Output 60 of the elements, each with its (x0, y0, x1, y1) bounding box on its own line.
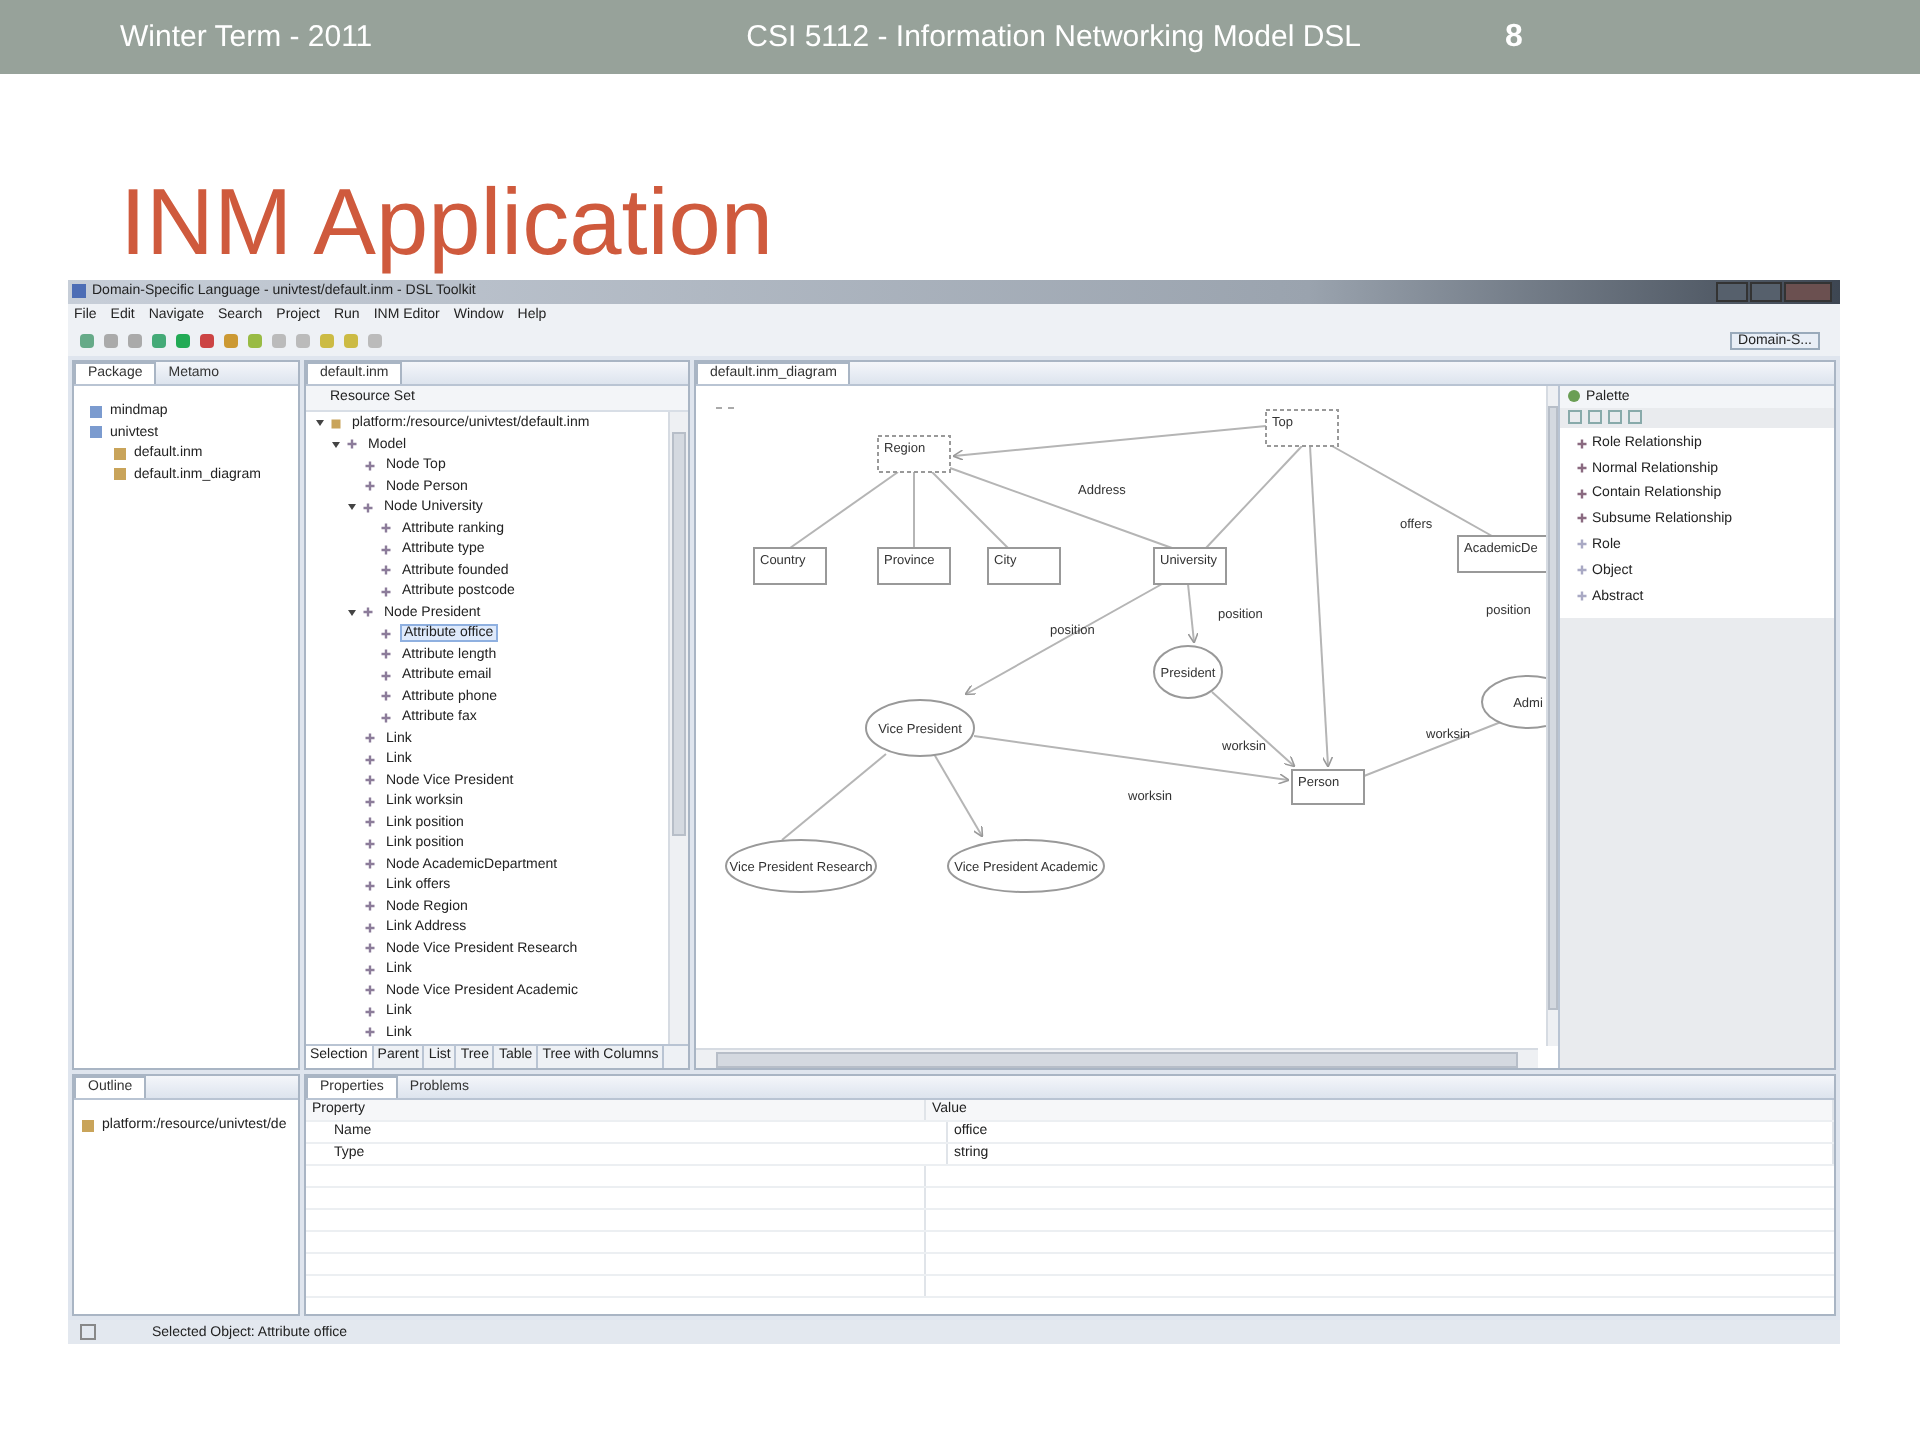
node-icon (362, 606, 374, 619)
expand-toggle[interactable] (348, 504, 356, 511)
node-icon (1576, 538, 1588, 551)
app-icon (72, 284, 86, 299)
node-icon (364, 942, 376, 955)
course-label: CSI 5112 - Information Networking Model DSL (746, 20, 1362, 54)
palette-icon (1568, 390, 1580, 403)
node-icon (364, 795, 376, 808)
expand-toggle[interactable] (316, 420, 324, 427)
node-icon (362, 501, 374, 514)
connector (913, 470, 915, 549)
connector (789, 470, 899, 549)
scroll-bar[interactable] (668, 411, 688, 1044)
node-icon (1576, 564, 1588, 577)
node-icon (364, 480, 376, 493)
node-icon (364, 732, 376, 745)
node-icon (1576, 462, 1588, 475)
node-icon (364, 1005, 376, 1018)
minimize-button[interactable] (1716, 281, 1748, 302)
node-icon (364, 774, 376, 787)
node-icon (380, 711, 392, 724)
term-label: Winter Term - 2011 (120, 20, 373, 54)
scroll-bar[interactable] (1546, 385, 1558, 1046)
file-icon (330, 417, 342, 430)
node-icon (380, 564, 392, 577)
expand-toggle[interactable] (348, 609, 356, 616)
file-icon (82, 1119, 94, 1132)
node-icon (380, 543, 392, 556)
node-icon (1576, 512, 1588, 525)
expand-toggle[interactable] (332, 441, 340, 448)
node-icon (380, 690, 392, 703)
node-icon (364, 900, 376, 913)
node-icon (364, 753, 376, 766)
scroll-bar[interactable] (696, 1047, 1538, 1068)
node-icon (364, 879, 376, 892)
node-icon (380, 522, 392, 535)
node-icon (364, 837, 376, 850)
node-icon (1576, 487, 1588, 500)
slide-title: INM Application (120, 166, 776, 278)
node-icon (380, 669, 392, 682)
node-icon (364, 1026, 376, 1039)
connector (781, 752, 887, 841)
node-icon (380, 585, 392, 598)
maximize-button[interactable] (1750, 281, 1782, 302)
node-icon (364, 963, 376, 976)
page-number: 8 (1505, 19, 1523, 55)
connector (1187, 582, 1199, 643)
node-icon (1576, 437, 1588, 450)
node-icon (364, 921, 376, 934)
node-icon (364, 984, 376, 997)
node-icon (1576, 590, 1588, 603)
node-icon (380, 627, 392, 640)
close-button[interactable] (1784, 281, 1832, 302)
handle-icon (715, 406, 735, 409)
status-icon (80, 1324, 96, 1341)
node-icon (380, 648, 392, 661)
node-icon (364, 858, 376, 871)
node-icon (364, 459, 376, 472)
node-icon (364, 816, 376, 829)
node-icon (346, 438, 358, 451)
